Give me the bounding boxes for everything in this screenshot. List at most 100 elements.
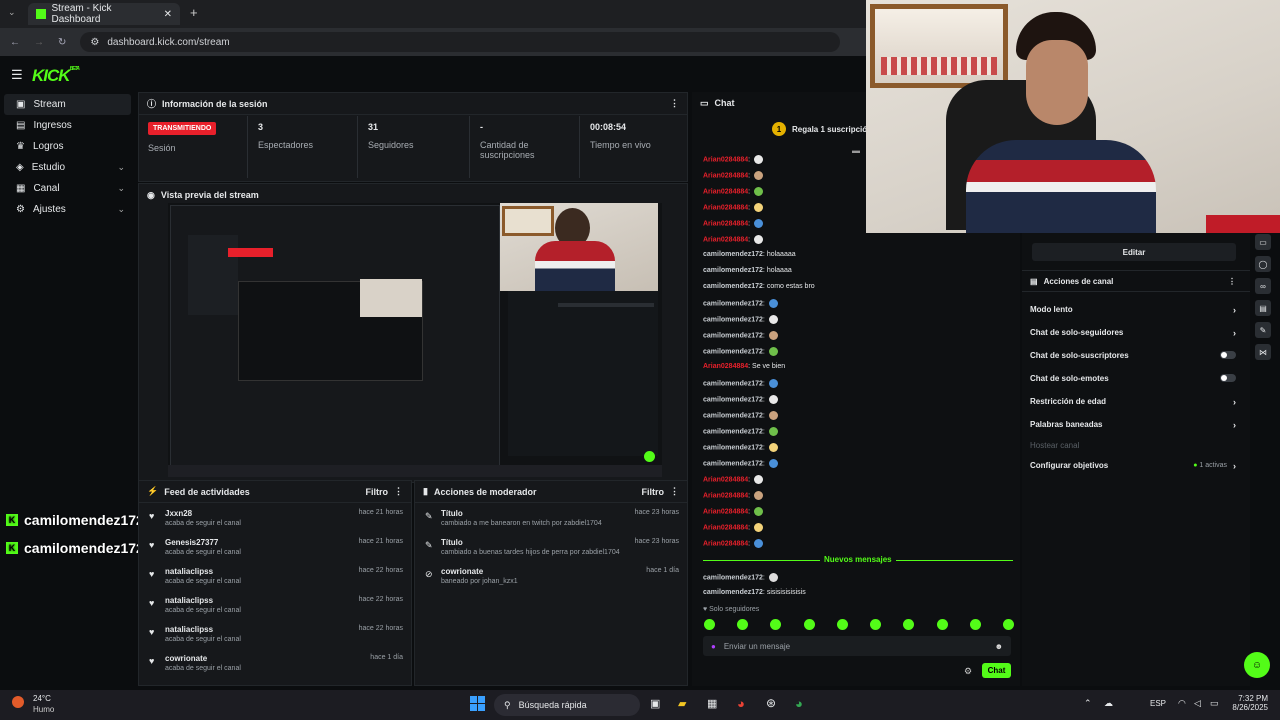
- quick-emote-icon[interactable]: [737, 619, 749, 630]
- input-language[interactable]: ESP: [1150, 699, 1166, 708]
- sidebar-item-logros[interactable]: ♛ Logros: [4, 136, 131, 157]
- file-explorer-icon[interactable]: ▰: [678, 697, 686, 710]
- chat-username[interactable]: camilomendez172: [703, 460, 763, 467]
- back-icon[interactable]: ←: [10, 37, 20, 48]
- chat-username[interactable]: camilomendez172: [703, 316, 763, 323]
- chat-username[interactable]: Arian0284884: [703, 363, 748, 370]
- chat-username[interactable]: camilomendez172: [703, 283, 763, 290]
- wifi-icon[interactable]: ◠: [1178, 698, 1186, 709]
- edit-button[interactable]: Editar: [1032, 243, 1236, 261]
- action-banned-words[interactable]: Palabras baneadas ›: [1022, 413, 1250, 436]
- wrench-icon[interactable]: ✎: [1255, 322, 1271, 338]
- chat-username[interactable]: Arian0284884: [703, 220, 748, 227]
- more-options-icon[interactable]: ⋮: [394, 486, 403, 497]
- action-age-restriction[interactable]: Restricción de edad ›: [1022, 390, 1250, 413]
- emotes-only-toggle[interactable]: [1220, 373, 1236, 382]
- feed-filter-button[interactable]: Filtro: [366, 487, 389, 497]
- more-options-icon[interactable]: ⋮: [1228, 277, 1236, 286]
- url-field[interactable]: ⚙ dashboard.kick.com/stream: [80, 32, 841, 52]
- pause-scroll-icon[interactable]: ▬: [852, 146, 860, 155]
- clip-icon[interactable]: ▭: [1255, 234, 1271, 250]
- quick-emote-icon[interactable]: [704, 619, 715, 630]
- microphone-icon[interactable]: ●: [711, 642, 716, 651]
- chrome-icon[interactable]: ◕: [737, 696, 745, 711]
- volume-icon[interactable]: ◁: [1194, 698, 1201, 709]
- floating-chat-icon[interactable]: ☺: [1244, 652, 1270, 678]
- layout-icon[interactable]: ▤: [1255, 300, 1271, 316]
- quick-emote-icon[interactable]: [903, 619, 915, 630]
- chat-username[interactable]: camilomendez172: [703, 412, 763, 419]
- site-info-icon[interactable]: ⚙: [90, 37, 99, 48]
- weather-temp[interactable]: 24°C: [33, 694, 51, 703]
- quick-emote-icon[interactable]: [770, 619, 782, 630]
- kick-logo[interactable]: KICKBETA: [32, 66, 80, 86]
- quick-emote-icon[interactable]: [1002, 619, 1014, 630]
- action-followers-only[interactable]: Chat de solo-seguidores ›: [1022, 321, 1250, 344]
- stream-preview-video[interactable]: [168, 203, 662, 477]
- chat-username[interactable]: camilomendez172: [703, 380, 763, 387]
- send-chat-button[interactable]: Chat: [982, 663, 1011, 678]
- chat-username[interactable]: Arian0284884: [703, 236, 748, 243]
- windows-start-icon[interactable]: [470, 696, 485, 711]
- menu-icon[interactable]: ☰: [11, 67, 23, 83]
- app-icon[interactable]: ⊛: [766, 696, 776, 710]
- chat-username[interactable]: Arian0284884: [703, 540, 748, 547]
- chat-username[interactable]: camilomendez172: [703, 444, 763, 451]
- tab-kick-dashboard[interactable]: Stream - Kick Dashboard ✕: [28, 3, 180, 25]
- emote-icon: [754, 523, 764, 532]
- store-icon[interactable]: ▦: [707, 697, 717, 710]
- reload-icon[interactable]: ↻: [58, 37, 66, 48]
- battery-icon[interactable]: ▭: [1210, 698, 1219, 709]
- chat-username[interactable]: camilomendez172: [703, 428, 763, 435]
- chat-username[interactable]: camilomendez172: [703, 396, 763, 403]
- chat-username[interactable]: Arian0284884: [703, 508, 748, 515]
- task-view-icon[interactable]: ▣: [650, 697, 660, 710]
- share-icon[interactable]: ⋈: [1255, 344, 1271, 360]
- chrome-active-icon[interactable]: ◕: [795, 696, 803, 711]
- close-tab-icon[interactable]: ✕: [164, 9, 172, 20]
- taskbar-search[interactable]: ⚲ Búsqueda rápida: [494, 694, 640, 716]
- chat-username[interactable]: Arian0284884: [703, 492, 748, 499]
- chat-username[interactable]: Arian0284884: [703, 204, 748, 211]
- chat-username[interactable]: camilomendez172: [703, 348, 763, 355]
- chat-username[interactable]: camilomendez172: [703, 300, 763, 307]
- chat-username[interactable]: Arian0284884: [703, 476, 748, 483]
- chat-username[interactable]: Arian0284884: [703, 524, 748, 531]
- chat-username[interactable]: camilomendez172: [703, 251, 763, 258]
- chat-username[interactable]: camilomendez172: [703, 267, 763, 274]
- onedrive-icon[interactable]: ☁: [1104, 698, 1113, 709]
- sidebar-item-canal[interactable]: ▦ Canal ⌄: [4, 178, 131, 199]
- chat-username[interactable]: camilomendez172: [703, 332, 763, 339]
- more-options-icon[interactable]: ⋮: [670, 98, 679, 109]
- quick-emote-icon[interactable]: [836, 619, 848, 630]
- chat-input[interactable]: ● Enviar un mensaje ☻: [703, 636, 1011, 656]
- clock[interactable]: 7:32 PM 8/26/2025: [1228, 694, 1268, 712]
- quick-emote-icon[interactable]: [936, 619, 948, 630]
- sidebar-item-stream[interactable]: ▣ Stream: [4, 94, 131, 115]
- emote-picker-icon[interactable]: ☻: [995, 642, 1003, 651]
- quick-emote-icon[interactable]: [870, 619, 882, 630]
- channel-icon: ▦: [16, 183, 26, 194]
- sidebar-item-ingresos[interactable]: ▤ Ingresos: [4, 115, 131, 136]
- link-icon[interactable]: ∞: [1255, 278, 1271, 294]
- chat-username[interactable]: Arian0284884: [703, 156, 748, 163]
- action-slow-mode[interactable]: Modo lento ›: [1022, 298, 1250, 321]
- chat-message: Arian0284884: Se ve bien: [703, 363, 786, 370]
- new-tab-icon[interactable]: +: [190, 5, 198, 20]
- mod-filter-button[interactable]: Filtro: [642, 487, 665, 497]
- action-configure-goals[interactable]: Configurar objetivos ● 1 activas ›: [1022, 454, 1250, 477]
- sidebar-item-ajustes[interactable]: ⚙ Ajustes ⌄: [4, 199, 131, 220]
- forward-icon[interactable]: →: [34, 37, 44, 48]
- tab-list-icon[interactable]: ⌄: [8, 7, 16, 18]
- sidebar-item-estudio[interactable]: ◈ Estudio ⌄: [4, 157, 131, 178]
- chat-settings-icon[interactable]: ⚙: [964, 666, 972, 677]
- more-options-icon[interactable]: ⋮: [670, 486, 679, 497]
- chat-bubble-icon[interactable]: ◯: [1255, 256, 1271, 272]
- quick-emote-icon[interactable]: [969, 619, 981, 630]
- subscribers-only-toggle[interactable]: [1220, 350, 1236, 359]
- show-hidden-icons[interactable]: ⌃: [1084, 698, 1092, 709]
- pinned-gift-banner[interactable]: 1 Regala 1 suscripción p: [772, 122, 879, 136]
- chat-username[interactable]: Arian0284884: [703, 188, 748, 195]
- chat-username[interactable]: Arian0284884: [703, 172, 748, 179]
- quick-emote-icon[interactable]: [803, 619, 815, 630]
